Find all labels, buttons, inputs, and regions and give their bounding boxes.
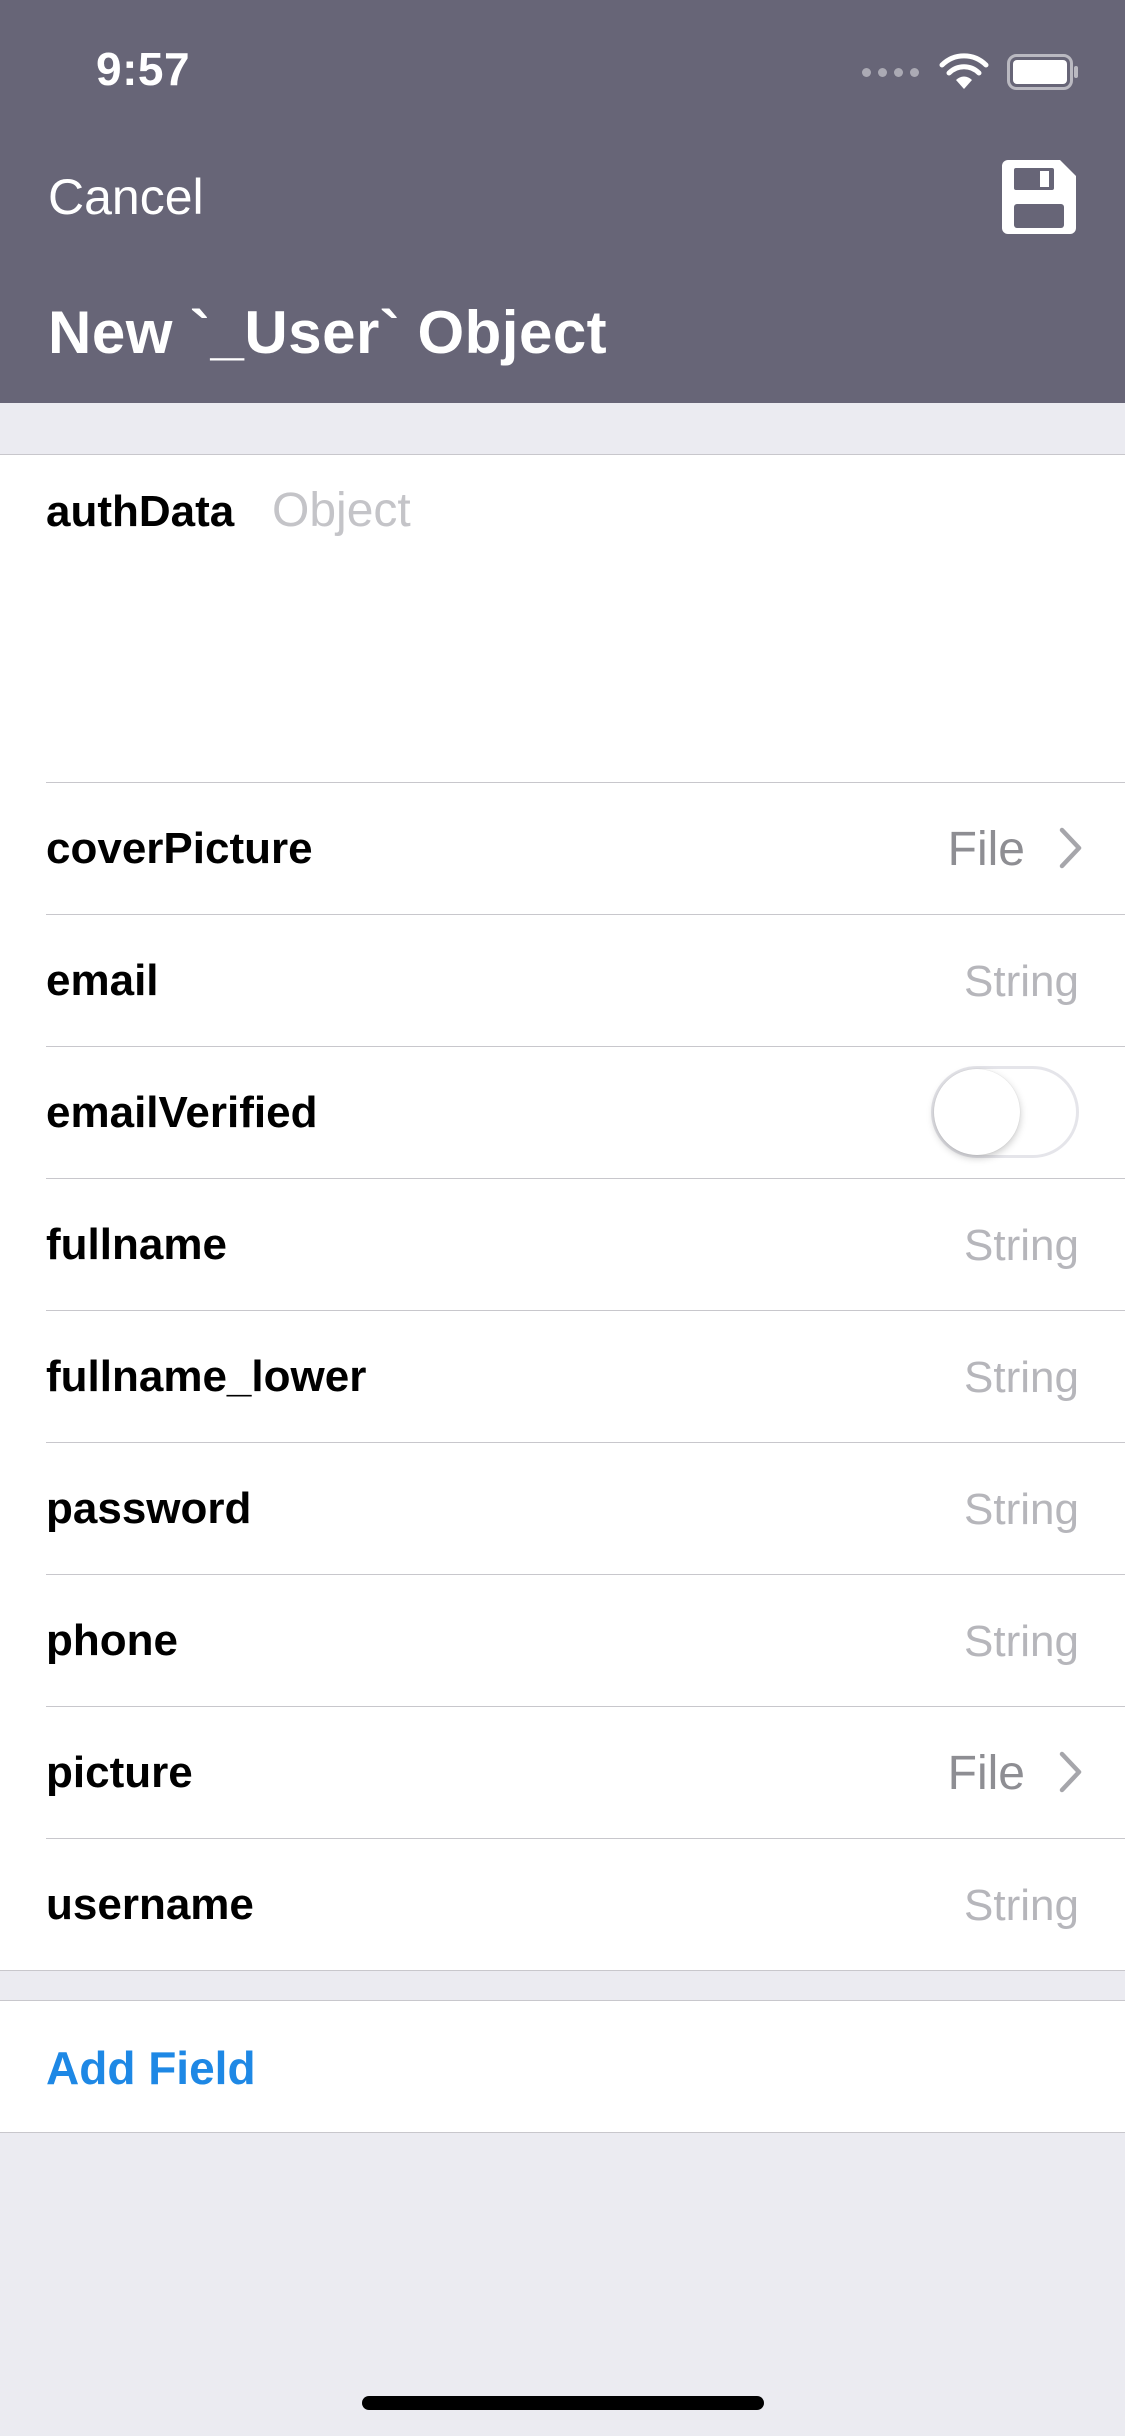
field-type-file: File — [947, 823, 1025, 876]
field-label: coverPicture — [46, 824, 313, 873]
field-label-authdata: authData — [46, 487, 235, 536]
field-row-emailverified: emailVerified — [0, 1046, 1125, 1178]
field-row-email[interactable]: email String — [0, 914, 1125, 1046]
field-row-coverpicture[interactable]: coverPicture File — [0, 782, 1125, 914]
string-input-placeholder[interactable]: String — [964, 957, 1079, 1007]
string-input-placeholder[interactable]: String — [964, 1353, 1079, 1403]
field-row-picture[interactable]: picture File — [0, 1706, 1125, 1838]
field-row-fullname[interactable]: fullname String — [0, 1178, 1125, 1310]
email-verified-toggle[interactable] — [931, 1066, 1079, 1158]
field-row-phone[interactable]: phone String — [0, 1574, 1125, 1706]
field-row-fullname-lower[interactable]: fullname_lower String — [0, 1310, 1125, 1442]
fields-form: authData Object coverPicture File email … — [0, 454, 1125, 1971]
home-indicator[interactable] — [362, 2396, 764, 2410]
string-input-placeholder[interactable]: String — [964, 1617, 1079, 1667]
battery-icon — [1007, 54, 1078, 90]
field-row-username[interactable]: username String — [0, 1838, 1125, 1970]
divider — [46, 1838, 1125, 1839]
toggle-knob — [934, 1069, 1020, 1155]
field-row-password[interactable]: password String — [0, 1442, 1125, 1574]
divider — [46, 1442, 1125, 1443]
string-input-placeholder[interactable]: String — [964, 1221, 1079, 1271]
string-input-placeholder[interactable]: String — [964, 1881, 1079, 1931]
divider — [46, 1706, 1125, 1707]
navigation-header: 9:57 Cancel New `_User` Object — [0, 0, 1125, 403]
object-input-placeholder[interactable]: Object — [272, 483, 411, 538]
add-field-section: Add Field — [0, 2000, 1125, 2133]
cancel-button[interactable]: Cancel — [48, 168, 204, 226]
field-label: picture — [46, 1748, 193, 1797]
status-time: 9:57 — [96, 43, 191, 95]
field-label: fullname — [46, 1220, 227, 1269]
divider — [46, 1178, 1125, 1179]
field-label: password — [46, 1484, 252, 1533]
add-field-button[interactable]: Add Field — [46, 2041, 256, 2095]
divider — [46, 782, 1125, 783]
string-input-placeholder[interactable]: String — [964, 1485, 1079, 1535]
field-label: phone — [46, 1616, 178, 1665]
field-label: username — [46, 1880, 254, 1929]
object-field-row[interactable]: authData Object — [0, 455, 1125, 782]
status-icons — [862, 52, 1079, 92]
field-label: email — [46, 956, 159, 1005]
field-label: emailVerified — [46, 1088, 318, 1137]
chevron-right-icon — [1059, 827, 1082, 869]
page-title: New `_User` Object — [48, 299, 608, 366]
field-label: fullname_lower — [46, 1352, 367, 1401]
divider — [46, 1046, 1125, 1047]
cellular-signal-icon — [862, 67, 919, 77]
divider — [46, 1310, 1125, 1311]
wifi-icon — [939, 53, 989, 89]
field-type-file: File — [947, 1747, 1025, 1800]
save-icon[interactable] — [1002, 160, 1076, 234]
divider — [46, 1574, 1125, 1575]
divider — [46, 914, 1125, 915]
chevron-right-icon — [1059, 1751, 1082, 1793]
